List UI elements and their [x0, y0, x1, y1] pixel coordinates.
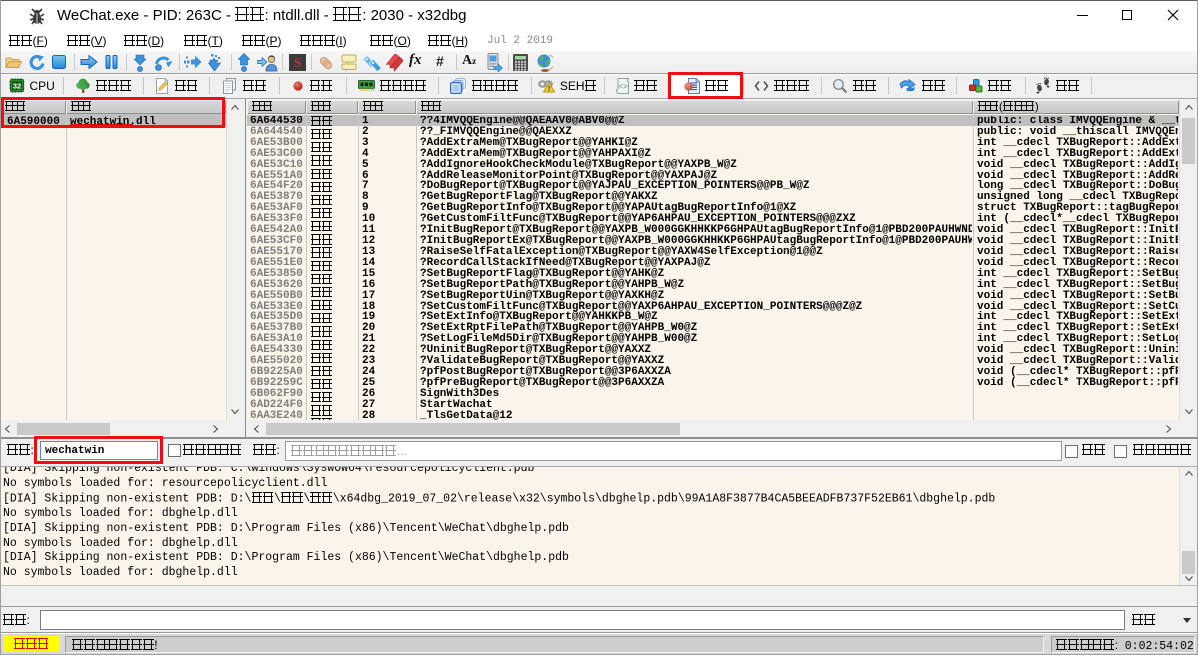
svg-text:32: 32 [12, 82, 20, 91]
svg-text:!: ! [548, 86, 550, 93]
svg-text:S: S [294, 56, 302, 71]
svg-text:<>: <> [618, 83, 628, 92]
